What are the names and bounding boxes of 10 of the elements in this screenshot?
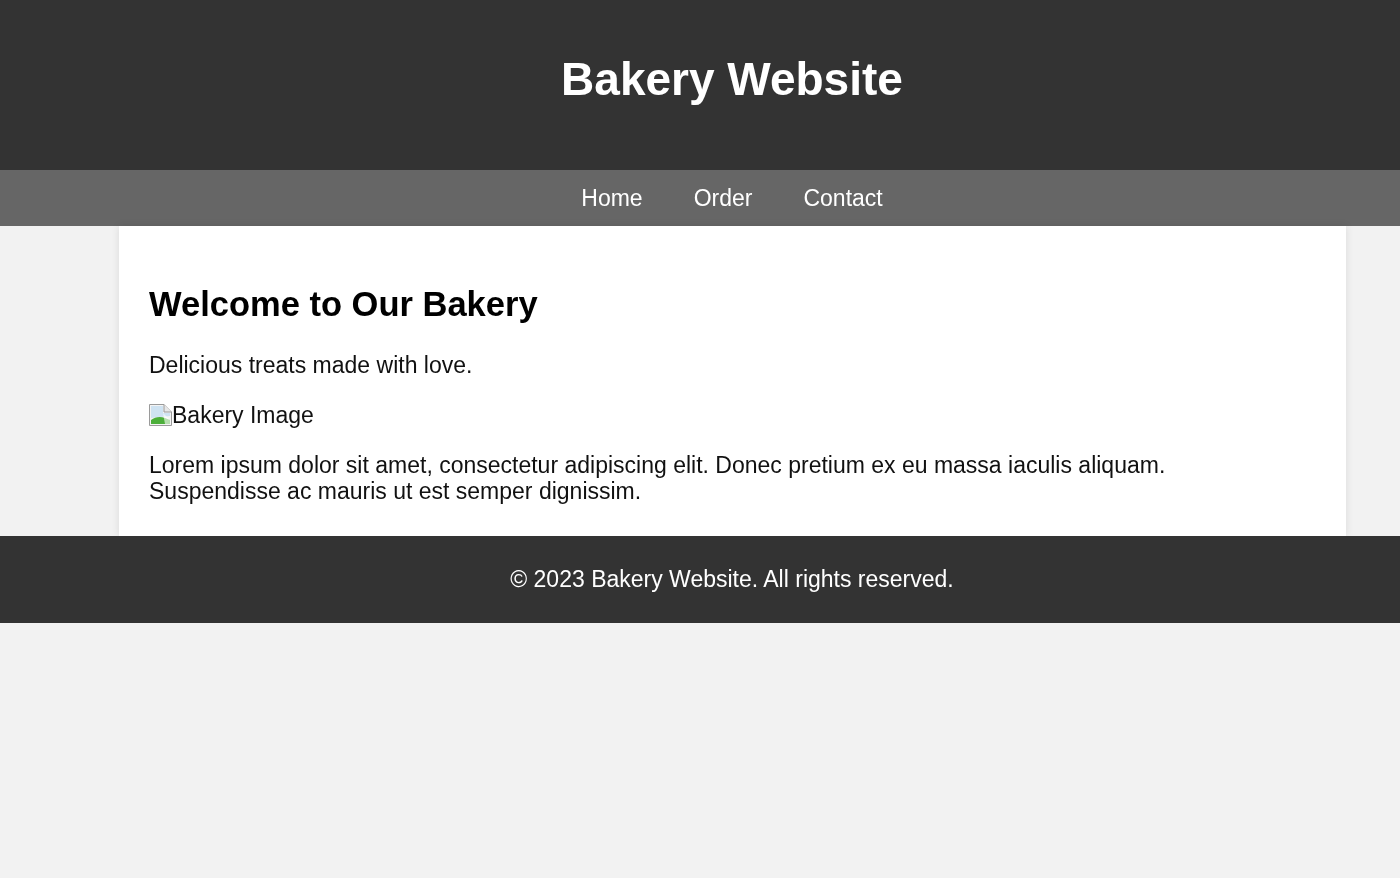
nav-link[interactable]: Order (693, 185, 753, 211)
site-title: Bakery Website (560, 53, 904, 106)
broken-image-icon (149, 404, 172, 426)
copyright-text: © 2023 Bakery Website. All rights reserved. (510, 566, 954, 592)
tagline-text: Delicious treats made with love. (149, 352, 473, 378)
nav-link[interactable]: Home (581, 185, 643, 211)
body-paragraph: Lorem ipsum dolor sit amet, consectetur adipiscing elit. Donec pretium ex eu massa iaculis aliquam. Suspendisse ac mauris ut est semper dignissim. (149, 452, 1166, 504)
welcome-heading: Welcome to Our Bakery (149, 284, 539, 324)
image-alt-text: Bakery Image (172, 402, 314, 428)
nav-link[interactable]: Contact (803, 185, 883, 211)
